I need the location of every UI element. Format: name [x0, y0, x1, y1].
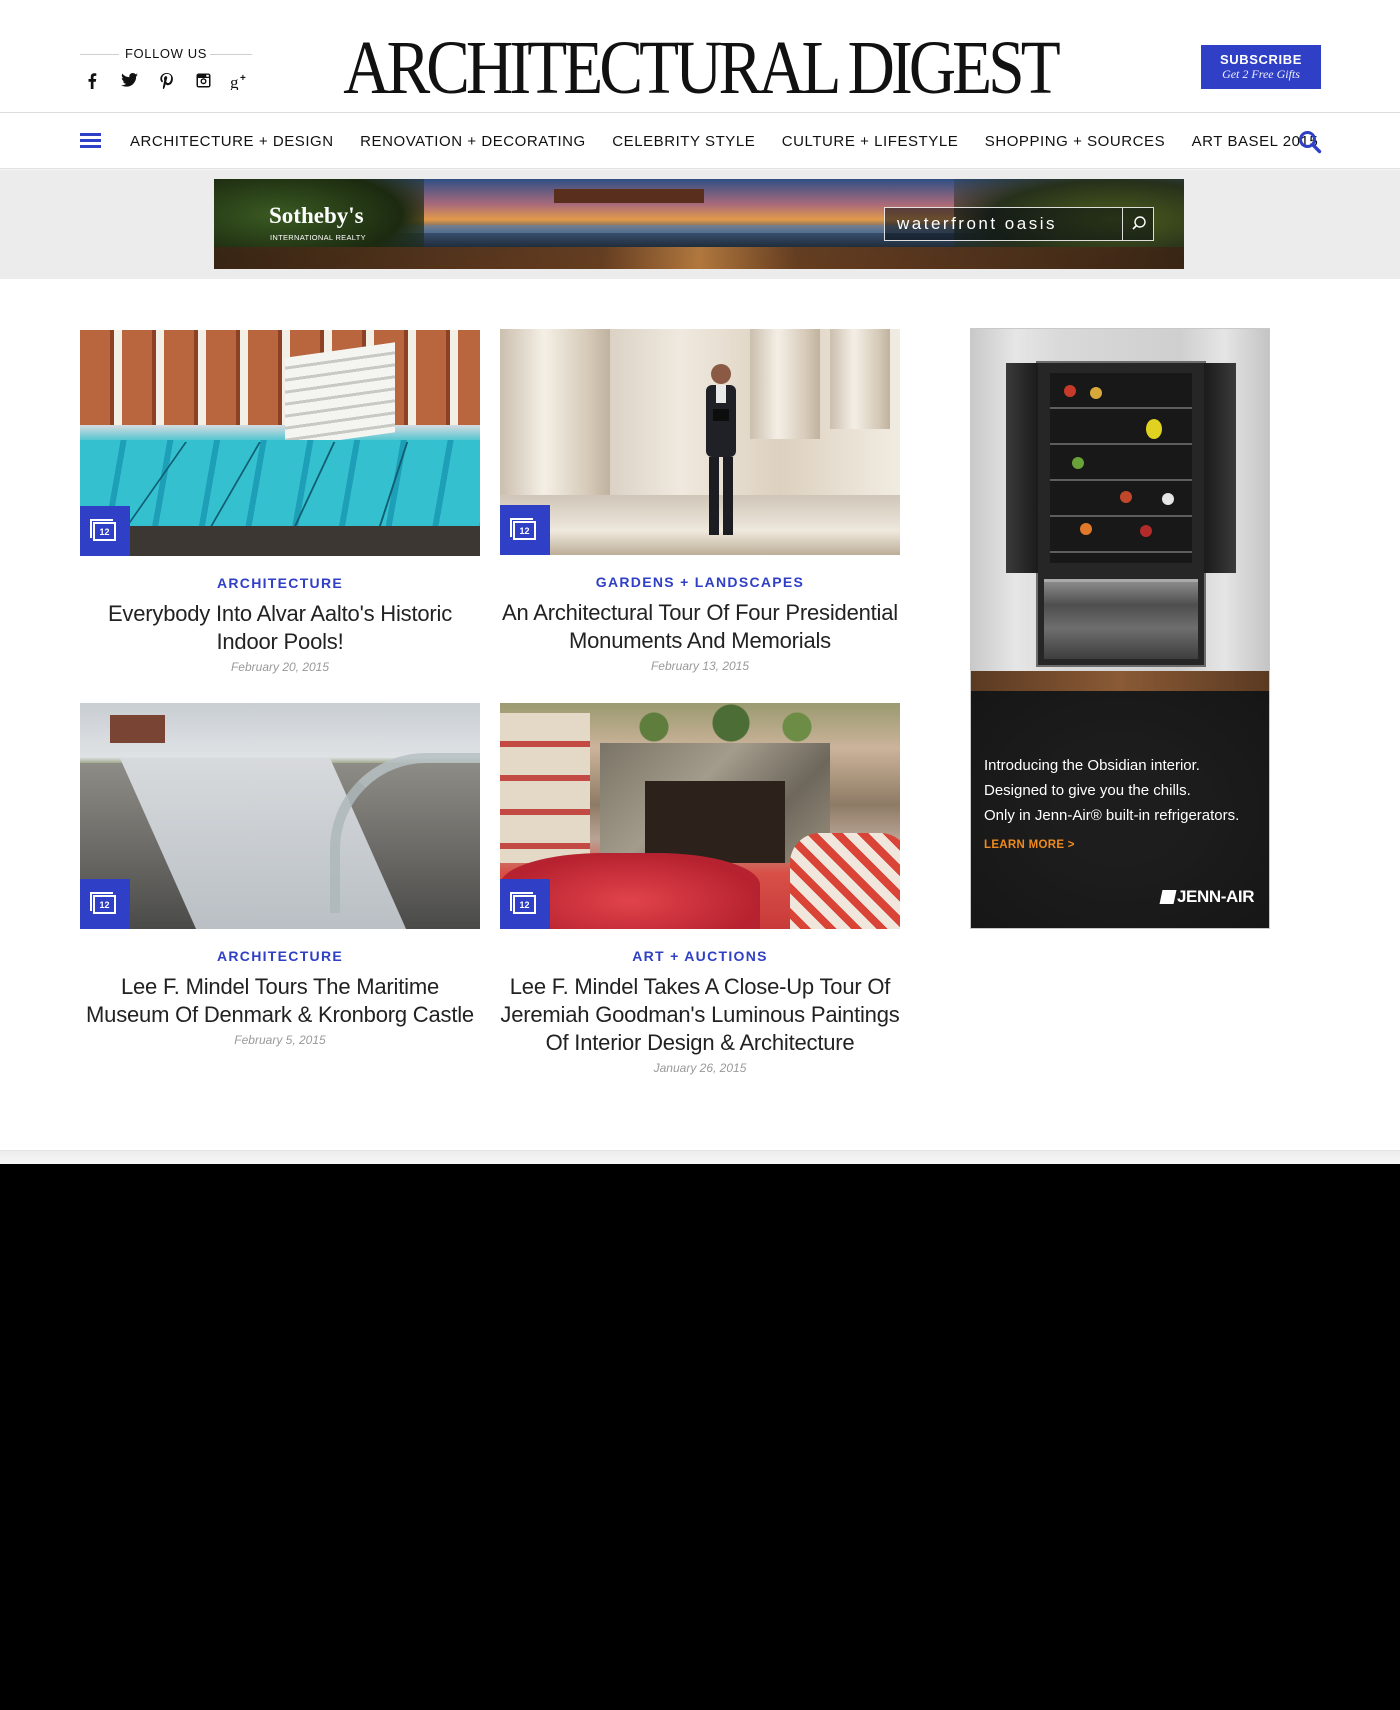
banner-ad-area: Sotheby's INTERNATIONAL REALTY [0, 170, 1400, 279]
nav-items: ARCHITECTURE + DESIGN RENOVATION + DECOR… [130, 114, 1345, 169]
ad-copy-line: Introducing the Obsidian interior. [984, 757, 1200, 774]
article-image[interactable]: 12 [80, 330, 480, 556]
article-image[interactable]: 12 [500, 329, 900, 555]
banner-search-icon[interactable] [1122, 208, 1153, 240]
sothebys-logo-sub: INTERNATIONAL REALTY [270, 233, 366, 242]
gallery-icon[interactable]: 12 [80, 879, 130, 929]
footer-divider [0, 1150, 1400, 1164]
nav-item-celebrity-style[interactable]: CELEBRITY STYLE [612, 133, 755, 150]
article-category[interactable]: ARCHITECTURE [80, 574, 480, 592]
article-card: 12 ART + AUCTIONS Lee F. Mindel Takes A … [500, 703, 900, 1075]
article-card: 12 ARCHITECTURE Lee F. Mindel Tours The … [80, 703, 480, 1047]
jenn-air-sidebar-ad[interactable]: Introducing the Obsidian interior. Desig… [970, 328, 1270, 929]
article-date: February 13, 2015 [650, 659, 750, 673]
article-image[interactable]: 12 [500, 703, 900, 929]
article-category[interactable]: ART + AUCTIONS [500, 947, 900, 965]
page: FOLLOW US g + ARCHITECTURAL DIGEST SUBSC… [0, 0, 1400, 1164]
ad-copy-line: Only in Jenn-Air® built-in refrigerators… [984, 807, 1240, 824]
article-image[interactable]: 12 [80, 703, 480, 929]
refrigerator-image [1006, 361, 1236, 667]
article-category[interactable]: GARDENS + LANDSCAPES [500, 573, 900, 591]
main-nav: ARCHITECTURE + DESIGN RENOVATION + DECOR… [0, 114, 1400, 169]
nav-item-shopping-sources[interactable]: SHOPPING + SOURCES [985, 133, 1165, 150]
ad-copy: Introducing the Obsidian interior. Desig… [984, 753, 1259, 828]
subscribe-button[interactable]: SUBSCRIBE Get 2 Free Gifts [1201, 45, 1321, 89]
article-title[interactable]: Lee F. Mindel Tours The Maritime Museum … [80, 973, 480, 1029]
site-header: FOLLOW US g + ARCHITECTURAL DIGEST SUBSC… [0, 0, 1400, 113]
nav-item-architecture-design[interactable]: ARCHITECTURE + DESIGN [130, 133, 334, 150]
article-title[interactable]: Everybody Into Alvar Aalto's Historic In… [80, 600, 480, 656]
gallery-icon[interactable]: 12 [500, 879, 550, 929]
subscribe-label: SUBSCRIBE [1220, 52, 1302, 67]
article-date: February 20, 2015 [230, 660, 330, 674]
article-card: 12 ARCHITECTURE Everybody Into Alvar Aal… [80, 330, 480, 674]
ad-copy-line: Designed to give you the chills. [984, 782, 1191, 799]
article-date: January 26, 2015 [653, 1061, 747, 1075]
sothebys-banner-ad[interactable]: Sotheby's INTERNATIONAL REALTY [214, 179, 1184, 269]
banner-search-input[interactable] [885, 208, 1123, 240]
nav-item-culture-lifestyle[interactable]: CULTURE + LIFESTYLE [782, 133, 958, 150]
article-date: February 5, 2015 [234, 1033, 326, 1047]
menu-icon[interactable] [80, 133, 101, 149]
gallery-icon[interactable]: 12 [500, 505, 550, 555]
gallery-icon[interactable]: 12 [80, 506, 130, 556]
search-icon[interactable] [1298, 130, 1322, 154]
article-title[interactable]: Lee F. Mindel Takes A Close-Up Tour Of J… [500, 973, 900, 1057]
sothebys-logo: Sotheby's [269, 203, 364, 228]
site-logo[interactable]: ARCHITECTURAL DIGEST [98, 30, 1302, 106]
jenn-air-logo: JENN-AIR [1159, 887, 1254, 907]
article-card: 12 GARDENS + LANDSCAPES An Architectural… [500, 329, 900, 673]
nav-item-renovation-decorating[interactable]: RENOVATION + DECORATING [360, 133, 586, 150]
learn-more-link[interactable]: LEARN MORE > [984, 839, 1075, 851]
article-category[interactable]: ARCHITECTURE [80, 947, 480, 965]
article-title[interactable]: An Architectural Tour Of Four Presidenti… [500, 599, 900, 655]
banner-search-box [884, 207, 1154, 241]
subscribe-sublabel: Get 2 Free Gifts [1222, 67, 1300, 81]
